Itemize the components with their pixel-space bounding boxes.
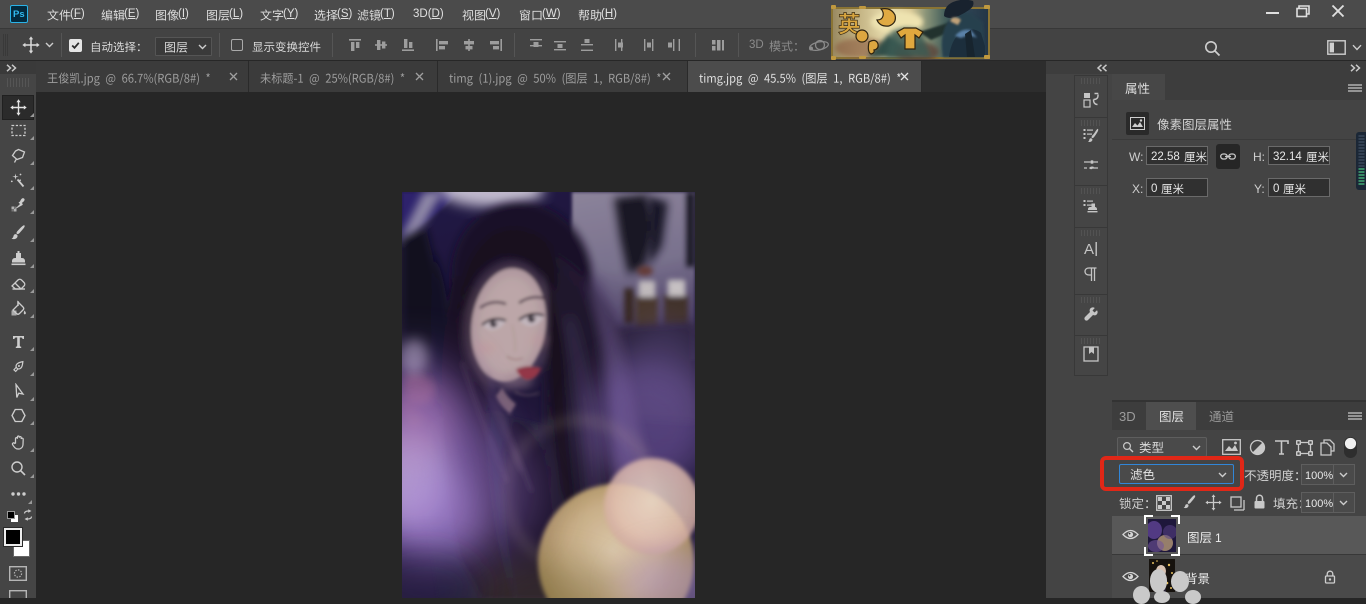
svg-text:A: A — [1084, 241, 1094, 258]
